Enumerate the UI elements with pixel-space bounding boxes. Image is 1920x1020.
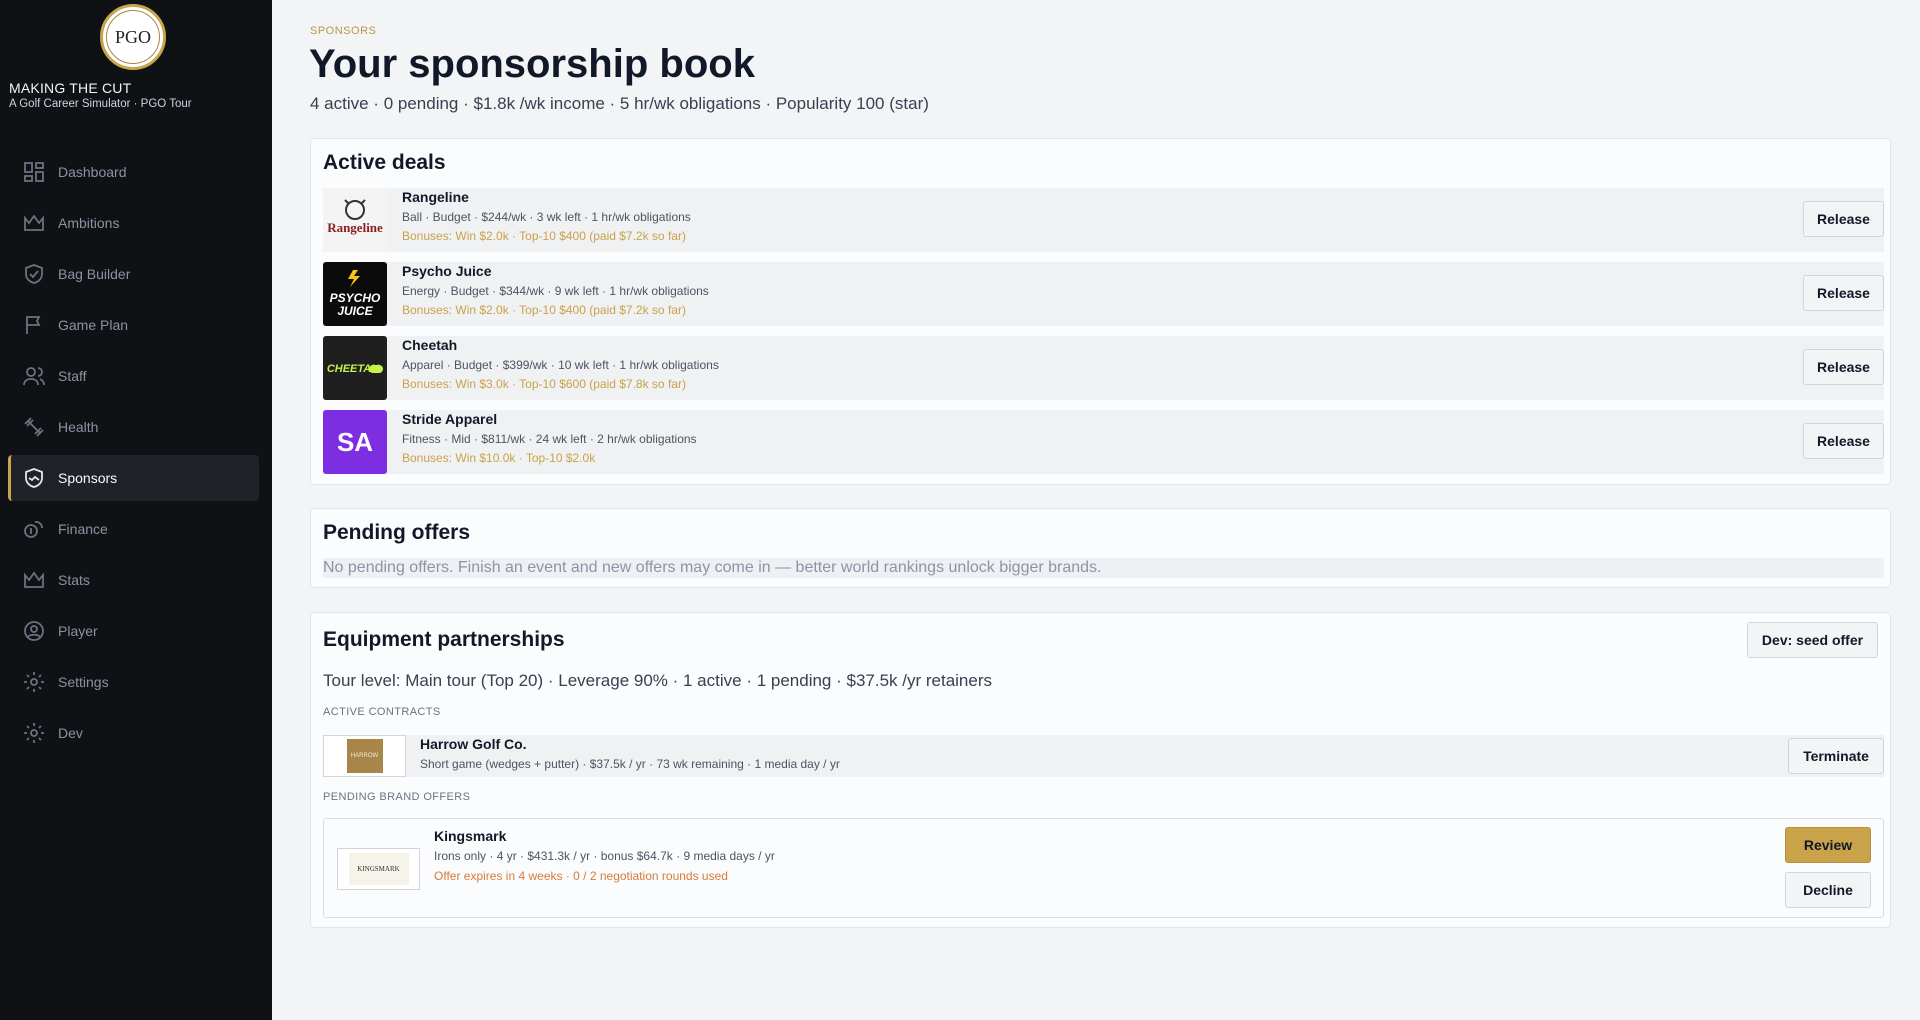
deal-row: Rangeline Rangeline Ball · Budget · $244… — [323, 188, 1884, 252]
sidebar-item-dev[interactable]: Dev — [8, 710, 259, 756]
sidebar-item-health[interactable]: Health — [8, 404, 259, 450]
page-summary: 4 active · 0 pending · $1.8k /wk income … — [310, 94, 929, 113]
app-subtitle: A Golf Career Simulator · PGO Tour — [9, 98, 192, 110]
psycho-juice-logo: PSYCHO JUICE — [323, 262, 387, 326]
review-button[interactable]: Review — [1785, 827, 1871, 863]
active-deals-title: Active deals — [323, 151, 446, 174]
sidebar-item-label: Health — [58, 419, 99, 435]
sidebar-item-label: Dashboard — [58, 164, 127, 180]
sidebar-nav: Dashboard Ambitions Bag Builder Game Pla… — [8, 149, 259, 761]
offer-meta: Irons only · 4 yr · $431.3k / yr · bonus… — [434, 849, 775, 863]
deal-meta: Energy · Budget · $344/wk · 9 wk left · … — [402, 284, 709, 298]
flag-icon — [26, 316, 41, 334]
deal-name: Stride Apparel — [402, 411, 498, 427]
sidebar-item-ambitions[interactable]: Ambitions — [8, 200, 259, 246]
deal-name: Rangeline — [402, 189, 469, 205]
cheetah-logo: CHEETAH — [323, 336, 387, 400]
users-icon — [23, 367, 45, 386]
kingsmark-logo: KINGSMARK — [337, 848, 420, 890]
logo-text: PGO — [106, 10, 160, 64]
contract-row: HARROW Harrow Golf Co. Short game (wedge… — [323, 735, 1884, 777]
contract-name: Harrow Golf Co. — [420, 736, 527, 752]
dumbbell-icon — [24, 417, 44, 437]
sidebar-item-label: Dev — [58, 725, 83, 741]
release-button[interactable]: Release — [1803, 275, 1884, 311]
deal-meta: Apparel · Budget · $399/wk · 10 wk left … — [402, 358, 719, 372]
page-title: Your sponsorship book — [309, 42, 755, 86]
equipment-summary: Tour level: Main tour (Top 20) · Leverag… — [323, 671, 993, 690]
deal-meta: Ball · Budget · $244/wk · 3 wk left · 1 … — [402, 210, 691, 224]
decline-button[interactable]: Decline — [1785, 872, 1871, 908]
offer-name: Kingsmark — [434, 828, 507, 844]
dashboard-icon — [24, 162, 44, 182]
deal-row: PSYCHO JUICE Psycho Juice Energy · Budge… — [323, 262, 1884, 326]
coins-icon — [24, 521, 43, 538]
shield-icon — [25, 264, 43, 284]
gear-icon — [24, 672, 44, 692]
sidebar-item-label: Sponsors — [58, 470, 118, 486]
active-contracts-label: ACTIVE CONTRACTS — [323, 706, 441, 718]
sidebar-item-label: Game Plan — [58, 317, 129, 333]
handshake-icon — [25, 468, 43, 488]
contract-meta: Short game (wedges + putter) · $37.5k / … — [420, 757, 840, 771]
deal-row: SA Stride Apparel Fitness · Mid · $811/w… — [323, 410, 1884, 474]
sidebar-item-label: Staff — [58, 368, 87, 384]
sidebar-item-bag-builder[interactable]: Bag Builder — [8, 251, 259, 297]
rangeline-logo-text: Rangeline — [327, 220, 383, 235]
harrow-logo: HARROW — [323, 735, 406, 777]
release-button[interactable]: Release — [1803, 201, 1884, 237]
deal-bonus: Bonuses: Win $2.0k · Top-10 $400 (paid $… — [402, 303, 686, 317]
offer-expiry: Offer expires in 4 weeks · 0 / 2 negotia… — [434, 869, 728, 883]
deal-row: CHEETAH Cheetah Apparel · Budget · $399/… — [323, 336, 1884, 400]
terminate-button[interactable]: Terminate — [1788, 738, 1884, 774]
svg-text:PSYCHO: PSYCHO — [330, 291, 381, 305]
deal-name: Cheetah — [402, 337, 458, 353]
pending-offers-empty-message: No pending offers. Finish an event and n… — [323, 558, 1884, 578]
user-circle-icon — [24, 621, 44, 641]
deal-meta: Fitness · Mid · $811/wk · 24 wk left · 2… — [402, 432, 697, 446]
sidebar-item-label: Player — [58, 623, 98, 639]
pgo-logo[interactable]: PGO — [100, 4, 166, 70]
sidebar-item-label: Stats — [58, 572, 90, 588]
main-content: SPONSORS Your sponsorship book 4 active … — [272, 0, 1920, 1020]
app-title: MAKING THE CUT — [9, 80, 132, 96]
sidebar-item-staff[interactable]: Staff — [8, 353, 259, 399]
sidebar-item-settings[interactable]: Settings — [8, 659, 259, 705]
sidebar-item-stats[interactable]: Stats — [8, 557, 259, 603]
sidebar-item-label: Finance — [58, 521, 108, 537]
sidebar-item-label: Bag Builder — [58, 266, 131, 282]
active-deals-card: Active deals Rangeline Rangeline Ball · … — [310, 138, 1891, 485]
deal-bonus: Bonuses: Win $10.0k · Top-10 $2.0k — [402, 451, 596, 465]
brand-offer: KINGSMARK Kingsmark Irons only · 4 yr · … — [323, 818, 1884, 918]
equipment-partnerships-card: Equipment partnerships Dev: seed offer T… — [310, 612, 1891, 928]
sidebar-item-player[interactable]: Player — [8, 608, 259, 654]
gear-icon — [24, 723, 44, 743]
pending-brand-offers-label: PENDING BRAND OFFERS — [323, 791, 471, 803]
sidebar-item-dashboard[interactable]: Dashboard — [8, 149, 259, 195]
pending-offers-title: Pending offers — [323, 521, 471, 544]
sidebar-item-finance[interactable]: Finance — [8, 506, 259, 552]
harrow-logo-text: HARROW — [346, 739, 383, 773]
release-button[interactable]: Release — [1803, 423, 1884, 459]
sidebar-item-game-plan[interactable]: Game Plan — [8, 302, 259, 348]
release-button[interactable]: Release — [1803, 349, 1884, 385]
svg-text:JUICE: JUICE — [337, 304, 373, 318]
sidebar-item-label: Ambitions — [58, 215, 120, 231]
deal-name: Psycho Juice — [402, 263, 492, 279]
equipment-title: Equipment partnerships — [323, 628, 565, 651]
stride-apparel-logo: SA — [323, 410, 387, 474]
crown-icon — [24, 571, 44, 588]
dev-seed-offer-button[interactable]: Dev: seed offer — [1747, 622, 1878, 658]
pending-offers-card: Pending offers No pending offers. Finish… — [310, 508, 1891, 588]
crown-icon — [24, 214, 44, 231]
deal-bonus: Bonuses: Win $2.0k · Top-10 $400 (paid $… — [402, 229, 686, 243]
rangeline-logo: Rangeline — [323, 188, 387, 252]
sidebar-item-sponsors[interactable]: Sponsors — [8, 455, 259, 501]
kingsmark-logo-text: KINGSMARK — [348, 853, 409, 885]
cheetah-logo-text: CHEETAH — [327, 363, 380, 375]
page-eyebrow: SPONSORS — [310, 25, 377, 37]
deal-bonus: Bonuses: Win $3.0k · Top-10 $600 (paid $… — [402, 377, 686, 391]
sidebar: PGO MAKING THE CUT A Golf Career Simulat… — [0, 0, 272, 1020]
sidebar-item-label: Settings — [58, 674, 109, 690]
